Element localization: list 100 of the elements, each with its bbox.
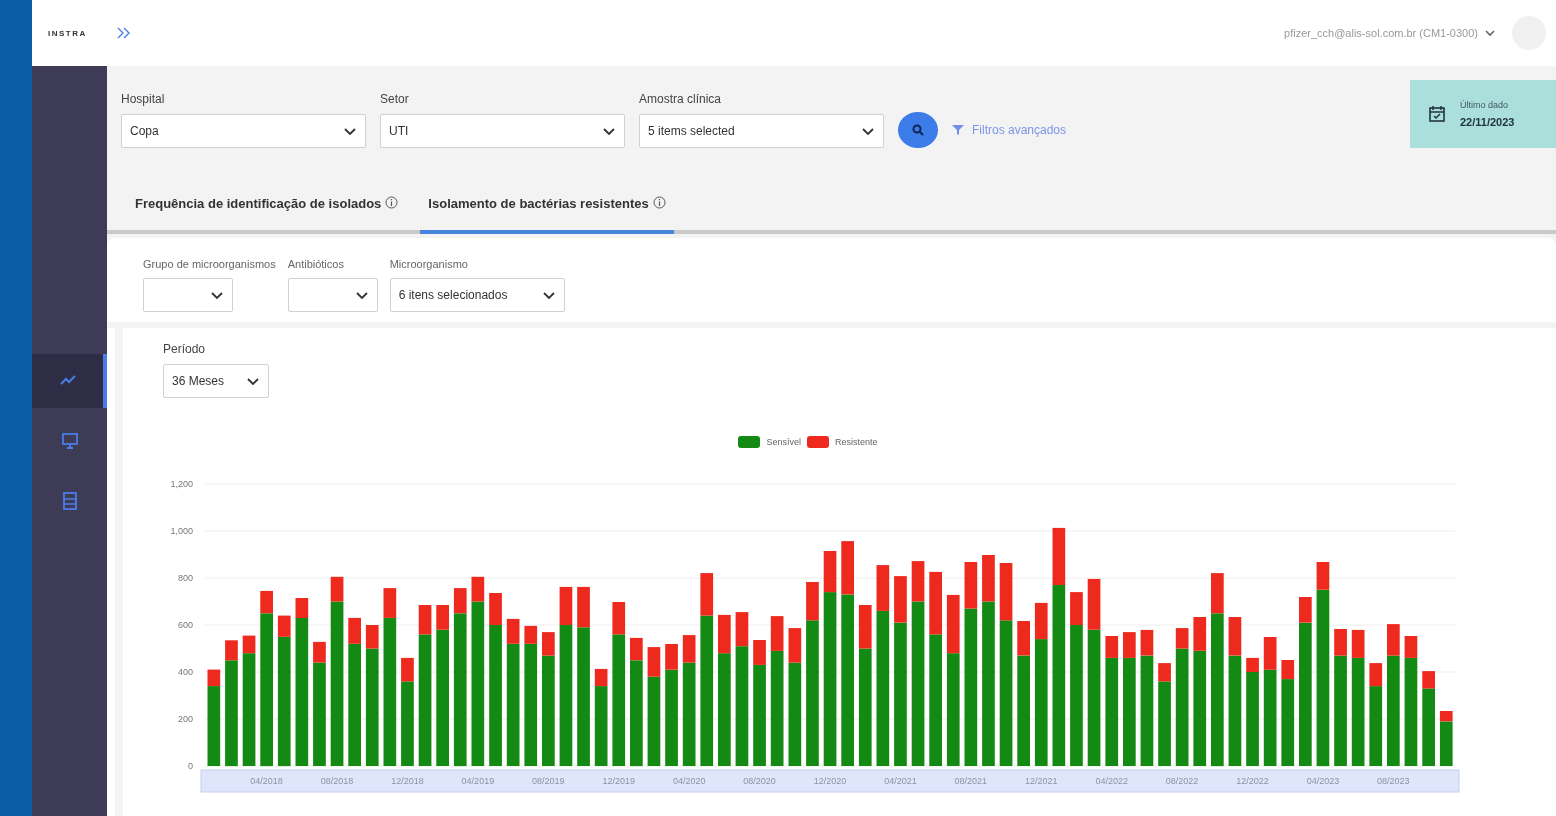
- tab[interactable]: Frequência de identificação de isolados: [127, 196, 407, 234]
- bar[interactable]: [929, 634, 942, 766]
- bar[interactable]: [841, 594, 854, 766]
- select-field[interactable]: UTI: [380, 114, 625, 148]
- bar[interactable]: [1439, 721, 1453, 766]
- bar[interactable]: [330, 601, 344, 766]
- bar[interactable]: [735, 646, 749, 766]
- bar[interactable]: [858, 648, 872, 766]
- bar[interactable]: [1316, 589, 1330, 767]
- bar[interactable]: [1246, 657, 1259, 672]
- bar[interactable]: [964, 562, 978, 609]
- bar[interactable]: [1087, 629, 1101, 766]
- bar[interactable]: [471, 576, 485, 602]
- bar[interactable]: [823, 551, 837, 593]
- bar[interactable]: [1087, 578, 1101, 630]
- bar[interactable]: [911, 561, 925, 602]
- bar[interactable]: [999, 620, 1013, 766]
- bar[interactable]: [453, 613, 467, 767]
- bar[interactable]: [348, 643, 361, 766]
- bar[interactable]: [1052, 527, 1066, 585]
- bar[interactable]: [313, 641, 326, 663]
- bar[interactable]: [471, 601, 485, 766]
- bar[interactable]: [348, 617, 361, 644]
- bar[interactable]: [418, 634, 432, 766]
- bar[interactable]: [506, 618, 520, 644]
- bar[interactable]: [858, 605, 872, 649]
- bar[interactable]: [1351, 629, 1365, 658]
- bar[interactable]: [1034, 639, 1048, 766]
- select-field[interactable]: 36 Meses: [163, 364, 269, 398]
- bar[interactable]: [735, 612, 749, 647]
- bar[interactable]: [1193, 617, 1207, 651]
- bar[interactable]: [1422, 688, 1435, 766]
- bar[interactable]: [1439, 711, 1453, 722]
- bar[interactable]: [1034, 602, 1048, 640]
- bar[interactable]: [1052, 585, 1066, 766]
- bar[interactable]: [401, 657, 414, 682]
- bar[interactable]: [647, 676, 661, 766]
- bar[interactable]: [383, 588, 397, 618]
- bar[interactable]: [1299, 622, 1312, 766]
- bar[interactable]: [946, 653, 960, 766]
- bar[interactable]: [559, 625, 573, 766]
- bar[interactable]: [630, 637, 643, 661]
- bar[interactable]: [612, 634, 626, 766]
- bar[interactable]: [242, 635, 256, 654]
- bar[interactable]: [242, 653, 256, 766]
- bar[interactable]: [1140, 629, 1154, 656]
- bar[interactable]: [876, 610, 890, 766]
- bar[interactable]: [1175, 648, 1189, 766]
- select-field[interactable]: [287, 278, 378, 312]
- bar[interactable]: [647, 647, 661, 677]
- bar[interactable]: [1369, 663, 1383, 687]
- bar[interactable]: [770, 616, 784, 651]
- bar[interactable]: [383, 617, 397, 766]
- bar[interactable]: [1263, 637, 1277, 670]
- bar[interactable]: [823, 592, 837, 766]
- bar[interactable]: [330, 576, 344, 602]
- select-field[interactable]: Copa: [121, 114, 366, 148]
- bar[interactable]: [559, 586, 573, 625]
- bar[interactable]: [911, 601, 925, 766]
- bar[interactable]: [453, 588, 467, 614]
- bar[interactable]: [700, 615, 714, 766]
- bar[interactable]: [876, 565, 890, 611]
- bar[interactable]: [1281, 660, 1295, 679]
- bar[interactable]: [577, 586, 590, 628]
- bar[interactable]: [207, 686, 221, 766]
- bar[interactable]: [260, 613, 273, 767]
- bar[interactable]: [1123, 657, 1136, 766]
- zoom-slider[interactable]: [200, 769, 1460, 793]
- bar[interactable]: [436, 629, 449, 766]
- bar[interactable]: [260, 590, 273, 614]
- bar[interactable]: [718, 653, 731, 766]
- bar[interactable]: [1404, 657, 1418, 766]
- bar[interactable]: [1316, 562, 1330, 590]
- bar[interactable]: [418, 605, 432, 635]
- bar[interactable]: [594, 686, 608, 766]
- bar[interactable]: [295, 598, 309, 618]
- bar[interactable]: [365, 648, 379, 766]
- bar[interactable]: [682, 662, 696, 766]
- bar[interactable]: [594, 668, 608, 687]
- bar[interactable]: [718, 614, 731, 654]
- bar[interactable]: [1140, 655, 1154, 766]
- bar[interactable]: [1211, 613, 1224, 767]
- bar[interactable]: [1351, 657, 1365, 766]
- sidebar-item[interactable]: [32, 354, 107, 408]
- select-field[interactable]: 5 items selected: [639, 114, 884, 148]
- bar[interactable]: [1369, 686, 1383, 766]
- bar[interactable]: [207, 669, 221, 687]
- bar[interactable]: [1105, 657, 1119, 766]
- bar[interactable]: [542, 655, 555, 766]
- bar[interactable]: [1387, 655, 1400, 766]
- bar[interactable]: [1281, 679, 1295, 766]
- bar[interactable]: [1228, 655, 1242, 766]
- bar[interactable]: [1404, 636, 1418, 658]
- bar[interactable]: [1263, 669, 1277, 766]
- bar[interactable]: [1105, 636, 1119, 658]
- bar[interactable]: [946, 594, 960, 654]
- tab[interactable]: Isolamento de bactérias resistentes: [420, 196, 674, 234]
- select-field[interactable]: 6 itens selecionados: [389, 278, 565, 312]
- bar[interactable]: [682, 635, 696, 663]
- bar[interactable]: [770, 650, 784, 766]
